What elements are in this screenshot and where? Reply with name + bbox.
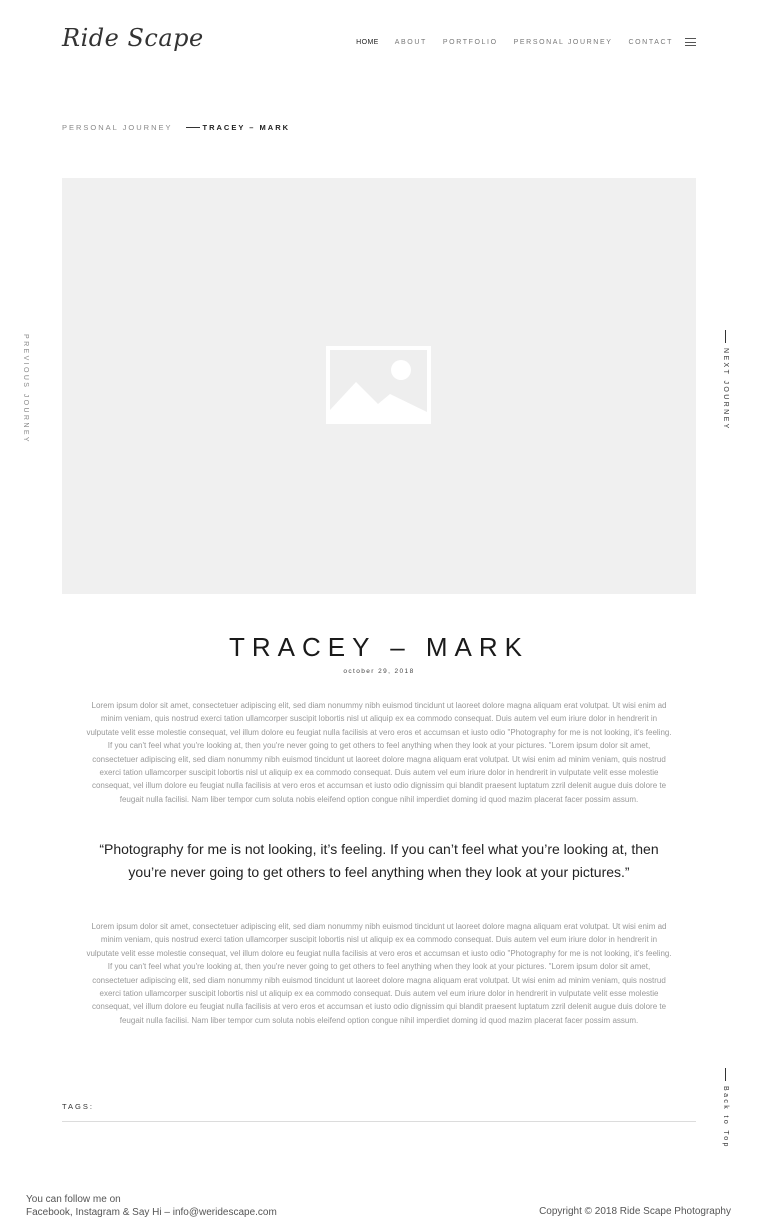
back-to-top-line-decoration — [725, 1068, 726, 1081]
footer-contact-text: Facebook, Instagram & Say Hi – info@weri… — [26, 1207, 277, 1218]
footer-contact: You can follow me on Facebook, Instagram… — [26, 1193, 277, 1219]
breadcrumb-current: TRACEY – MARK — [202, 123, 291, 132]
pull-quote: “Photography for me is not looking, it’s… — [99, 841, 659, 880]
featured-image — [62, 178, 696, 594]
breadcrumb-separator — [185, 127, 200, 128]
post-paragraph-2: Lorem ipsum dolor sit amet, consectetuer… — [86, 922, 672, 1025]
next-journey-label: NEXT JOURNEY — [722, 348, 729, 431]
tags-divider — [62, 1121, 696, 1122]
breadcrumb-parent-link[interactable]: PERSONAL JOURNEY — [62, 123, 173, 132]
post-paragraph-1: Lorem ipsum dolor sit amet, consectetuer… — [86, 701, 672, 804]
previous-journey-link[interactable]: PREVIOUS JOURNEY — [22, 334, 29, 444]
breadcrumb: PERSONAL JOURNEY TRACEY – MARK — [62, 123, 290, 132]
tags-label: TAGS: — [62, 1102, 94, 1111]
next-line-decoration — [725, 330, 726, 343]
footer-follow-text: You can follow me on — [26, 1194, 121, 1205]
hamburger-menu-icon[interactable] — [685, 38, 696, 46]
main-nav: HOME ABOUT PORTFOLIO PERSONAL JOURNEY CO… — [340, 38, 696, 46]
nav-home[interactable]: HOME — [356, 39, 379, 46]
nav-contact[interactable]: CONTACT — [628, 39, 673, 46]
nav-about[interactable]: ABOUT — [395, 39, 427, 46]
nav-personal-journey[interactable]: PERSONAL JOURNEY — [514, 39, 613, 46]
site-logo[interactable]: Ride Scape — [62, 24, 204, 52]
post-title: TRACEY – MARK — [228, 632, 529, 662]
back-to-top-label: Back to Top — [722, 1086, 729, 1149]
footer-copyright: Copyright © 2018 Ride Scape Photography — [539, 1206, 731, 1217]
image-placeholder-icon — [326, 346, 431, 424]
next-journey-link[interactable]: NEXT JOURNEY — [722, 330, 729, 431]
nav-portfolio[interactable]: PORTFOLIO — [443, 39, 498, 46]
back-to-top-link[interactable]: Back to Top — [722, 1068, 729, 1149]
post-date: october 29, 2018 — [343, 668, 415, 675]
